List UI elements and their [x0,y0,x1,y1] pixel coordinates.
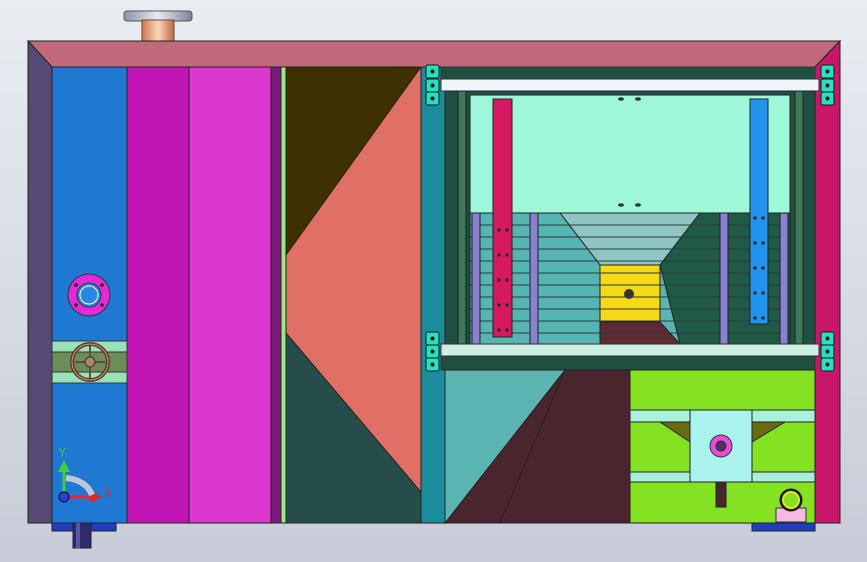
right-inner-rail [794,90,804,345]
lime-motor-housing[interactable] [629,369,816,524]
frame-right-rail[interactable] [814,39,841,524]
flange-port-icon[interactable] [67,273,111,317]
magenta-panel[interactable] [126,66,190,524]
left-inner-rail [457,90,467,345]
filter-fin-stack[interactable] [469,212,791,345]
upper-top-strip [440,66,816,80]
axis-x-label: X [104,487,112,500]
middle-crossbar-lower [440,355,816,371]
lower-chamber[interactable] [444,369,631,525]
upper-chamber-panel[interactable] [469,94,791,214]
right-vertical-bracket[interactable] [749,98,769,325]
center-post[interactable] [420,66,446,524]
frame-top-rail[interactable] [26,40,842,68]
cad-viewport[interactable]: Y X [0,0,867,562]
right-base-foot[interactable] [751,522,816,532]
frame-left-rail[interactable] [27,39,53,524]
axis-y-label: Y [58,446,66,459]
pipe-outlet-icon[interactable] [72,522,92,549]
left-vertical-bracket[interactable] [492,98,513,338]
purple-strip[interactable] [270,66,282,524]
pink-panel[interactable] [188,66,272,524]
handwheel-valve-icon[interactable] [51,340,128,384]
upper-crossbar[interactable] [440,78,820,92]
middle-crossbar[interactable] [440,343,820,357]
diagonal-section[interactable] [285,66,422,524]
green-edge-strip [280,66,287,524]
